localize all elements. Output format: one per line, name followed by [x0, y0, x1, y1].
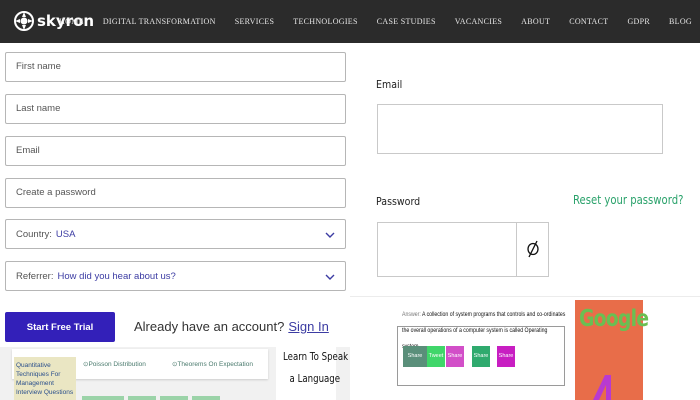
tweet-button[interactable]: Tweet [427, 346, 445, 367]
nav-vacancies[interactable]: VACANCIES [455, 17, 502, 26]
nav-about[interactable]: ABOUT [521, 17, 550, 26]
green-tab [82, 396, 124, 400]
top-navigation-bar: skyron HOME DIGITAL TRANSFORMATION SERVI… [0, 0, 700, 43]
green-tab [128, 396, 156, 400]
nav-home[interactable]: HOME [59, 17, 84, 26]
referrer-label: Referrer: [16, 271, 54, 282]
blog-thumbnail[interactable]: Quantitative Techniques For Management I… [14, 357, 76, 400]
country-select[interactable]: Country: USA [5, 219, 346, 249]
country-select-text: Country: USA [16, 229, 75, 240]
login-password-input[interactable] [377, 222, 517, 277]
create-password-placeholder: Create a password [16, 187, 96, 198]
chevron-down-icon [325, 232, 335, 238]
share-button[interactable]: Share [497, 346, 515, 367]
main-nav: HOME DIGITAL TRANSFORMATION SERVICES TEC… [40, 0, 692, 43]
nav-blog[interactable]: BLOG [669, 17, 692, 26]
referrer-select-text: Referrer: How did you hear about us? [16, 271, 176, 282]
first-name-field[interactable]: First name [5, 52, 346, 82]
language-ad-line-2: a Language [289, 373, 341, 385]
last-name-field[interactable]: Last name [5, 94, 346, 124]
referrer-value: How did you hear about us? [57, 271, 176, 282]
share-button[interactable]: Share [446, 346, 464, 367]
language-ad-text: Learn To Speak a Language [283, 346, 348, 390]
theorems-on-expectation-link[interactable]: ⊙Theorems On Expectation [172, 360, 253, 368]
first-name-placeholder: First name [16, 61, 61, 72]
referrer-select[interactable]: Referrer: How did you hear about us? [5, 261, 346, 291]
nav-gdpr[interactable]: GDPR [627, 17, 650, 26]
nav-case-studies[interactable]: CASE STUDIES [377, 17, 436, 26]
chevron-down-icon [325, 274, 335, 280]
have-account-text: Already have an account? [134, 319, 285, 334]
share-button[interactable]: Share [403, 346, 427, 367]
page: skyron HOME DIGITAL TRANSFORMATION SERVI… [0, 0, 700, 400]
nav-digital-transformation[interactable]: DIGITAL TRANSFORMATION [103, 17, 216, 26]
nav-services[interactable]: SERVICES [235, 17, 275, 26]
login-email-label: Email [376, 78, 403, 91]
share-button[interactable]: Share [472, 346, 490, 367]
nav-technologies[interactable]: TECHNOLOGIES [293, 17, 357, 26]
country-value: USA [55, 229, 76, 240]
skyron-logo-icon [14, 11, 34, 31]
green-tab [192, 396, 220, 400]
last-name-placeholder: Last name [16, 103, 61, 114]
blog-thumbnail-title: Quantitative Techniques For Management I… [16, 362, 74, 396]
google-ad-text: Google [579, 306, 649, 332]
answer-prefix: Answer: [402, 311, 421, 318]
google-g-icon [593, 375, 611, 400]
start-free-trial-button[interactable]: Start Free Trial [5, 312, 115, 342]
signup-email-placeholder: Email [16, 145, 40, 156]
answer-body: A collection of system programs that con… [402, 311, 566, 350]
eye-off-icon [527, 240, 539, 258]
signup-email-field[interactable]: Email [5, 136, 346, 166]
create-password-field[interactable]: Create a password [5, 178, 346, 208]
login-password-label: Password [376, 195, 421, 208]
language-ad-line-1: Learn To Speak [283, 351, 349, 363]
login-email-input[interactable] [377, 104, 663, 154]
poisson-distribution-link[interactable]: ⊙Poisson Distribution [83, 360, 146, 368]
country-label: Country: [16, 229, 52, 240]
show-password-toggle[interactable] [516, 222, 549, 277]
sign-in-link[interactable]: Sign In [288, 319, 328, 334]
reset-password-link[interactable]: Reset your password? [573, 193, 683, 207]
nav-contact[interactable]: CONTACT [569, 17, 608, 26]
sign-in-prompt: Already have an account? Sign In [134, 319, 329, 334]
green-tab [160, 396, 188, 400]
